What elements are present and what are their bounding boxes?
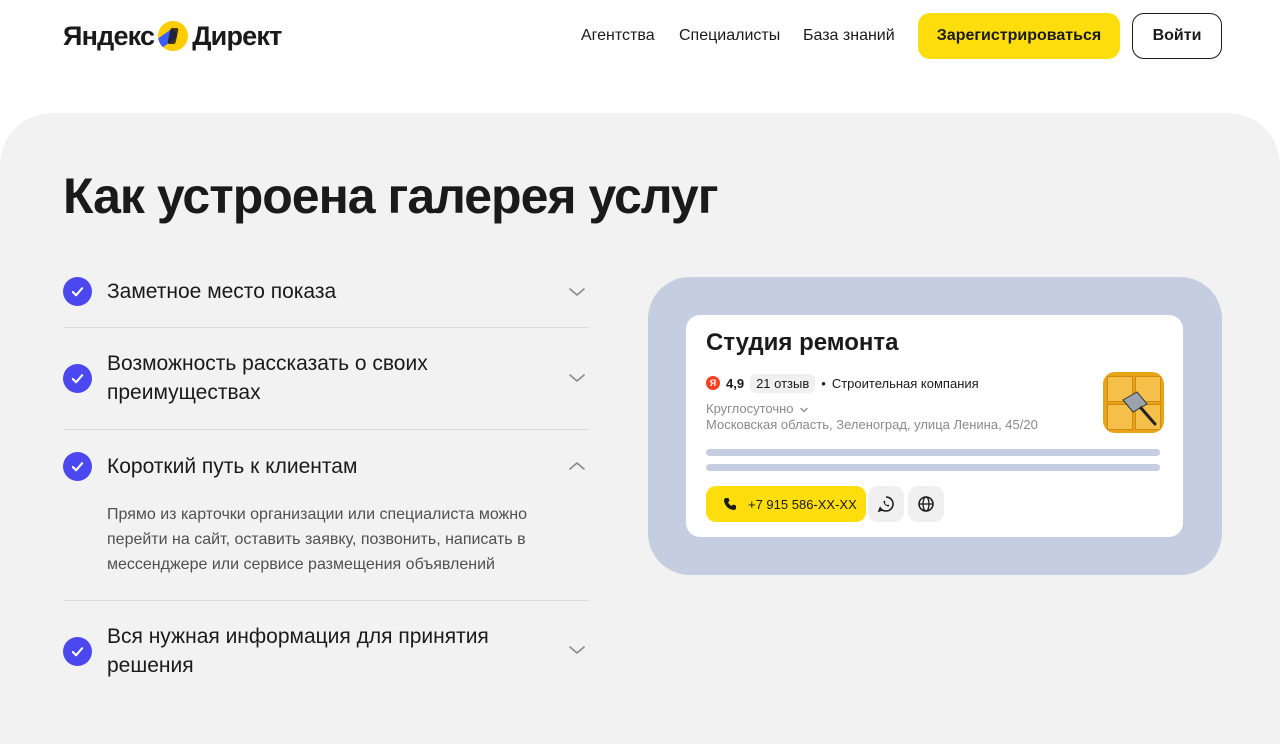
check-circle-icon	[63, 637, 92, 666]
chevron-down-icon	[569, 288, 585, 296]
whatsapp-icon	[877, 496, 894, 513]
logo-text-yandex: Яндекс	[63, 20, 155, 51]
accordion-item-short-path[interactable]: Короткий путь к клиентам Прямо из карточ…	[63, 452, 589, 582]
accordion-divider	[63, 327, 589, 328]
accordion-title: Вся нужная информация для принятия решен…	[107, 625, 489, 677]
skeleton-line	[706, 464, 1160, 471]
nav-link-agencies[interactable]: Агентства	[581, 27, 655, 45]
reviews-count: 21 отзыв	[750, 373, 816, 393]
site-header: Яндекс Директ Агентства Специалисты База…	[0, 0, 1280, 76]
website-button[interactable]	[908, 486, 944, 522]
phone-icon	[724, 498, 736, 510]
accordion-divider	[63, 600, 589, 601]
accordion-title: Возможность рассказать о своих преимущес…	[107, 352, 428, 404]
yandex-direct-logo[interactable]: Яндекс Директ	[63, 18, 282, 54]
category-label: Строительная компания	[831, 375, 979, 391]
check-circle-icon	[63, 364, 92, 393]
working-hours: Круглосуточно	[706, 401, 809, 416]
address: Московская область, Зеленоград, улица Ле…	[706, 417, 1038, 432]
yandex-badge-icon: Я	[706, 376, 720, 390]
accordion-item-advantages[interactable]: Возможность рассказать о своих преимущес…	[63, 349, 589, 407]
accordion-title: Заметное место показа	[107, 280, 337, 303]
chevron-down-icon	[569, 374, 585, 382]
rating-value: 4,9	[726, 375, 745, 391]
rating-row: Я 4,9 21 отзыв • Строительная компания	[706, 372, 979, 394]
globe-icon	[918, 496, 934, 512]
login-button[interactable]: Войти	[1132, 13, 1222, 59]
accordion-item-decision-info[interactable]: Вся нужная информация для принятия решен…	[63, 622, 589, 680]
check-circle-icon	[63, 277, 92, 306]
repair-tiles-image	[1103, 372, 1164, 433]
chevron-up-icon	[569, 462, 585, 470]
card-title: Студия ремонта	[706, 329, 899, 356]
trowel-icon	[1122, 391, 1157, 426]
register-button[interactable]: Зарегистрироваться	[918, 13, 1120, 59]
organization-card: Студия ремонта Я 4,9 21 отзыв • Строител…	[686, 315, 1183, 537]
page-title: Как устроена галерея услуг	[63, 168, 719, 224]
logo-text-direct: Директ	[192, 20, 282, 51]
accordion-divider	[63, 429, 589, 430]
accordion-body: Прямо из карточки организации или специа…	[107, 506, 527, 573]
working-hours-text: Круглосуточно	[706, 401, 794, 416]
accordion-title: Короткий путь к клиентам	[107, 455, 358, 478]
logo-mark-icon	[158, 21, 189, 51]
chevron-down-icon	[569, 646, 585, 654]
dot-separator: •	[821, 375, 826, 391]
whatsapp-button[interactable]	[868, 486, 904, 522]
check-circle-icon	[63, 452, 92, 481]
nav-link-specialists[interactable]: Специалисты	[679, 27, 780, 45]
accordion-item-visible-placement[interactable]: Заметное место показа	[63, 277, 589, 307]
call-button[interactable]: +7 915 586-XX-XX	[706, 486, 866, 522]
chevron-down-icon	[800, 407, 808, 412]
phone-number: +7 915 586-XX-XX	[748, 496, 857, 512]
skeleton-line	[706, 449, 1160, 456]
nav-link-knowledge-base[interactable]: База знаний	[803, 27, 895, 45]
